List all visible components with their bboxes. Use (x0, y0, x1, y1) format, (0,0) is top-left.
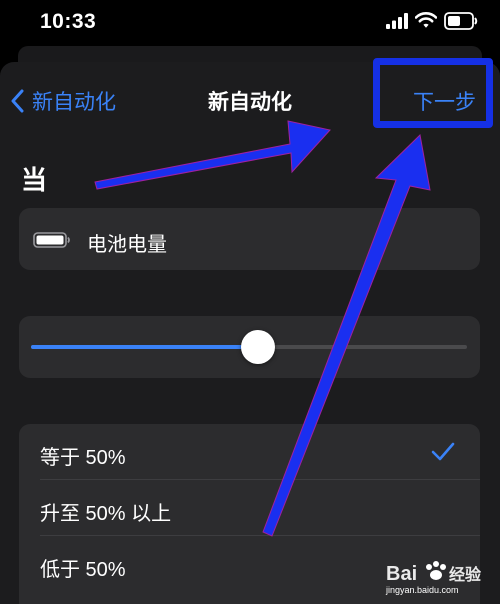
annotation-highlight-box (373, 58, 493, 128)
battery-icon (444, 12, 478, 30)
checkmark-icon (431, 442, 455, 461)
signal-icon (386, 13, 408, 29)
battery-level-slider-card (19, 316, 480, 378)
status-time: 10:33 (40, 10, 97, 33)
wifi-icon (415, 12, 437, 28)
status-bar: 10:33 (0, 0, 500, 44)
trigger-label: 电池电量 (87, 234, 167, 256)
svg-text:经验: 经验 (449, 565, 482, 584)
option-rise-above[interactable]: 升至 50% 以上 (19, 480, 480, 536)
option-label: 低于 50% (40, 559, 126, 581)
slider-fill (31, 345, 258, 349)
baidu-watermark-logo: Bai 经验 (386, 561, 482, 585)
svg-text:Bai: Bai (386, 563, 417, 585)
option-label: 升至 50% 以上 (40, 503, 172, 525)
screen: 10:33 新自动化 新自动化 下一步 当 电池电量 等于 50% 升至 50%… (0, 0, 500, 604)
battery-icon (33, 232, 70, 248)
slider-thumb[interactable] (240, 330, 275, 364)
trigger-card[interactable]: 电池电量 (19, 208, 480, 270)
section-label-when: 当 (21, 165, 48, 195)
option-label: 等于 50% (40, 447, 126, 469)
watermark-url: jingyan.baidu.com (386, 585, 459, 595)
option-equal[interactable]: 等于 50% (19, 424, 480, 480)
